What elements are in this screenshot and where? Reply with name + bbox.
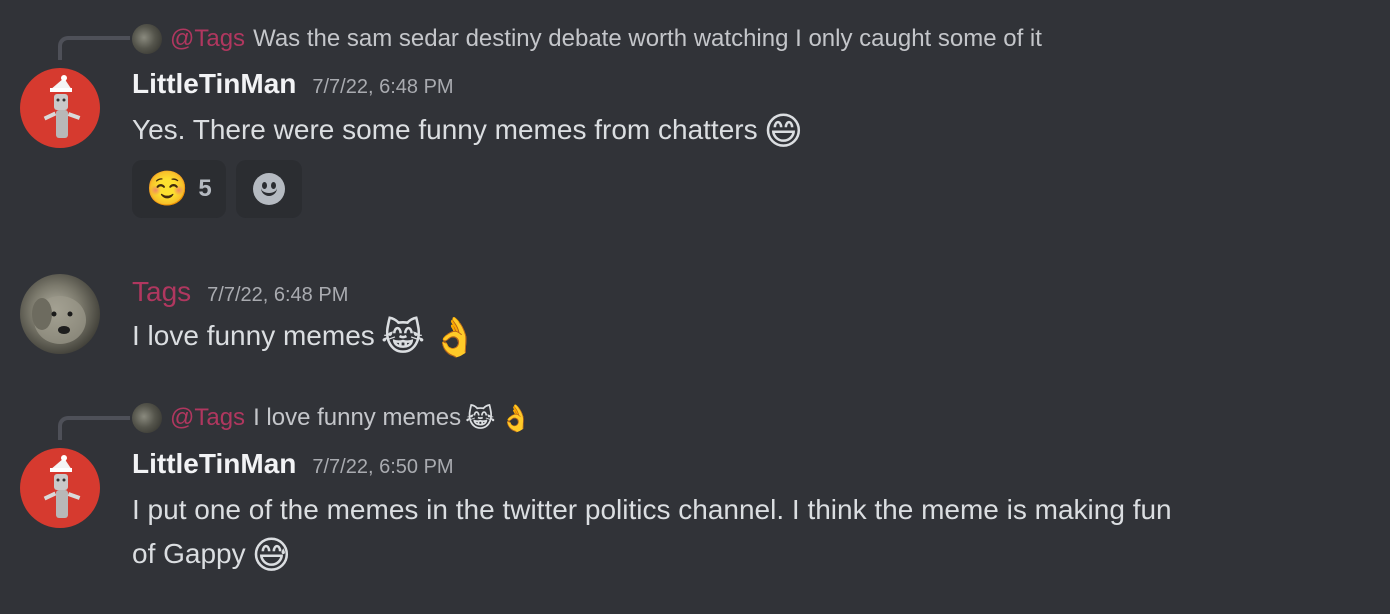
dog-avatar-image [32, 296, 86, 344]
grinning-emoji[interactable]: 😄 [764, 112, 804, 152]
avatar[interactable] [20, 448, 100, 528]
message-text: of Gappy [132, 538, 246, 569]
smiling-face-emoji: ☺️ [146, 170, 189, 208]
username[interactable]: Tags [132, 276, 191, 308]
ok-hand-emoji[interactable]: 👌 [431, 318, 478, 358]
message-text: Yes. There were some funny memes from ch… [132, 114, 758, 145]
reply-preview-text[interactable]: I love funny memes [253, 404, 461, 432]
message-text-line: of Gappy 😅 [132, 532, 1332, 576]
reply-preview-text[interactable]: Was the sam sedar destiny debate worth w… [253, 25, 1042, 53]
username[interactable]: LittleTinMan [132, 68, 296, 100]
reaction-count: 5 [198, 175, 212, 202]
tin-man-avatar-image [43, 75, 81, 138]
cat-tears-of-joy-emoji: 😹 [465, 402, 496, 433]
message-header: Tags 7/7/22, 6:48 PM [132, 276, 348, 308]
username[interactable]: LittleTinMan [132, 448, 296, 480]
reply-reference[interactable]: @Tags I love funny memes 😹 👌 [132, 400, 532, 436]
message-text: I love funny memes [132, 320, 375, 351]
reply-spine [58, 416, 130, 440]
avatar[interactable] [20, 68, 100, 148]
replied-user-avatar[interactable] [132, 403, 162, 433]
tin-man-avatar-image [43, 455, 81, 518]
message-header: LittleTinMan 7/7/22, 6:48 PM [132, 68, 454, 100]
message-text-line: I put one of the memes in the twitter po… [132, 494, 1172, 525]
add-reaction-icon [252, 173, 285, 205]
replied-user-avatar[interactable] [132, 24, 162, 54]
reply-reference[interactable]: @Tags Was the sam sedar destiny debate w… [132, 21, 1042, 57]
timestamp[interactable]: 7/7/22, 6:48 PM [207, 284, 348, 307]
message-content: I put one of the memes in the twitter po… [132, 488, 1332, 576]
message-header: LittleTinMan 7/7/22, 6:50 PM [132, 448, 454, 480]
avatar[interactable] [20, 274, 100, 354]
reaction-smiling[interactable]: ☺️ 5 [132, 160, 226, 218]
message-content: Yes. There were some funny memes from ch… [132, 108, 1332, 152]
add-reaction-button[interactable] [235, 160, 302, 218]
reply-mention[interactable]: @Tags [170, 404, 245, 432]
reply-spine [58, 36, 130, 60]
message-content: I love funny memes 😹 👌 [132, 314, 1332, 358]
cat-tears-of-joy-emoji[interactable]: 😹 [381, 318, 425, 358]
timestamp[interactable]: 7/7/22, 6:50 PM [312, 456, 453, 479]
chat-messages: @Tags Was the sam sedar destiny debate w… [0, 0, 1390, 614]
reactions-bar: ☺️ 5 [132, 160, 302, 218]
reply-mention[interactable]: @Tags [170, 25, 245, 53]
ok-hand-emoji: 👌 [499, 402, 532, 433]
sweat-smile-emoji[interactable]: 😅 [252, 536, 292, 576]
timestamp[interactable]: 7/7/22, 6:48 PM [312, 76, 453, 99]
